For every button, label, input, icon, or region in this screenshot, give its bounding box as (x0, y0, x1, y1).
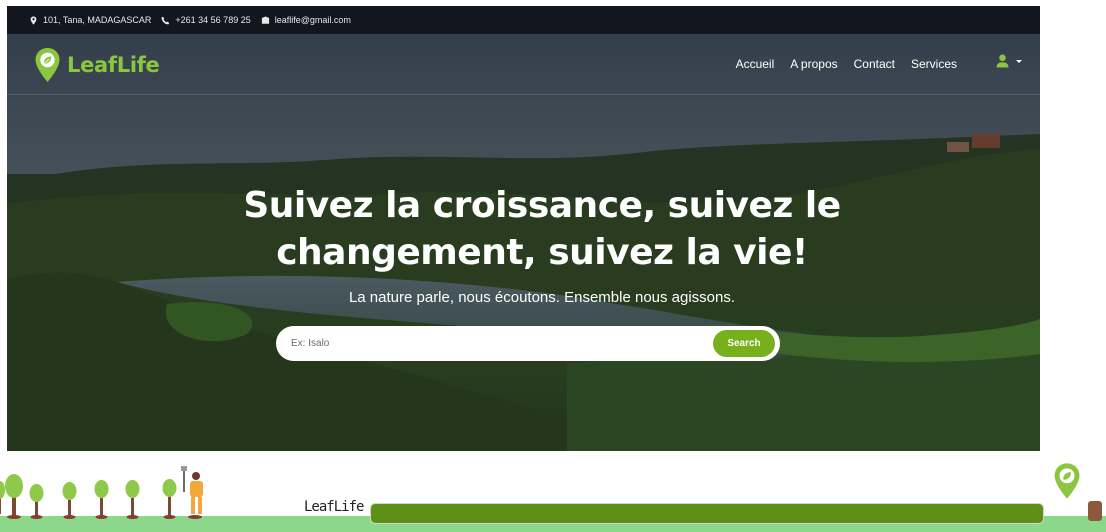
website-frame: 101, Tana, MADAGASCAR +261 34 56 789 25 … (7, 6, 1040, 451)
tree-icon (29, 484, 44, 519)
loading-progress-bar (370, 503, 1044, 524)
hero-title-line2: changement, suivez la vie! (276, 232, 808, 273)
tree-icon (94, 480, 109, 519)
leaf-pin-icon (1054, 463, 1080, 499)
address-info: 101, Tana, MADAGASCAR (29, 15, 151, 25)
search-button[interactable]: Search (713, 330, 775, 357)
email-info: leaflife@gmail.com (261, 15, 351, 25)
user-icon (996, 54, 1009, 68)
hero-subtitle: La nature parle, nous écoutons. Ensemble… (348, 289, 736, 306)
loading-progress-fill (371, 504, 1043, 523)
loader-label: LeafLife (304, 499, 364, 515)
brand-logo[interactable]: LeafLife (34, 47, 160, 83)
main-navbar: LeafLife Accueil A propos Contact Servic… (7, 34, 1040, 95)
map-marker-icon (30, 15, 37, 25)
nav-a-propos[interactable]: A propos (790, 57, 837, 71)
search-bar: Search (276, 326, 780, 361)
phone-info: +261 34 56 789 25 (161, 15, 251, 25)
phone-icon (161, 16, 170, 24)
tree-icon (0, 474, 23, 519)
brand-name: LeafLife (67, 53, 160, 77)
phone-text: +261 34 56 789 25 (175, 15, 251, 25)
nav-contact[interactable]: Contact (854, 57, 895, 71)
hero-title: Suivez la croissance, suivez le changeme… (7, 182, 1040, 276)
tree-icon (162, 479, 177, 519)
gardener-icon (181, 466, 203, 519)
hero-section: LeafLife Accueil A propos Contact Servic… (7, 34, 1040, 451)
chevron-down-icon (1016, 59, 1022, 63)
hero-title-line1: Suivez la croissance, suivez le (243, 185, 841, 226)
tree-stump-icon (1088, 501, 1102, 521)
growing-trees-illustration (0, 466, 203, 519)
user-menu-dropdown[interactable] (996, 54, 1022, 68)
tree-icon (62, 482, 77, 519)
contact-topbar: 101, Tana, MADAGASCAR +261 34 56 789 25 … (7, 6, 1040, 34)
search-input[interactable] (291, 335, 691, 352)
nav-accueil[interactable]: Accueil (736, 57, 775, 71)
tree-icon (125, 480, 140, 519)
nav-services[interactable]: Services (911, 57, 957, 71)
envelope-icon (261, 16, 269, 24)
email-text: leaflife@gmail.com (274, 15, 351, 25)
nav-menu: Accueil A propos Contact Services (736, 57, 957, 71)
address-text: 101, Tana, MADAGASCAR (43, 15, 152, 25)
leaf-pin-icon (35, 48, 60, 82)
